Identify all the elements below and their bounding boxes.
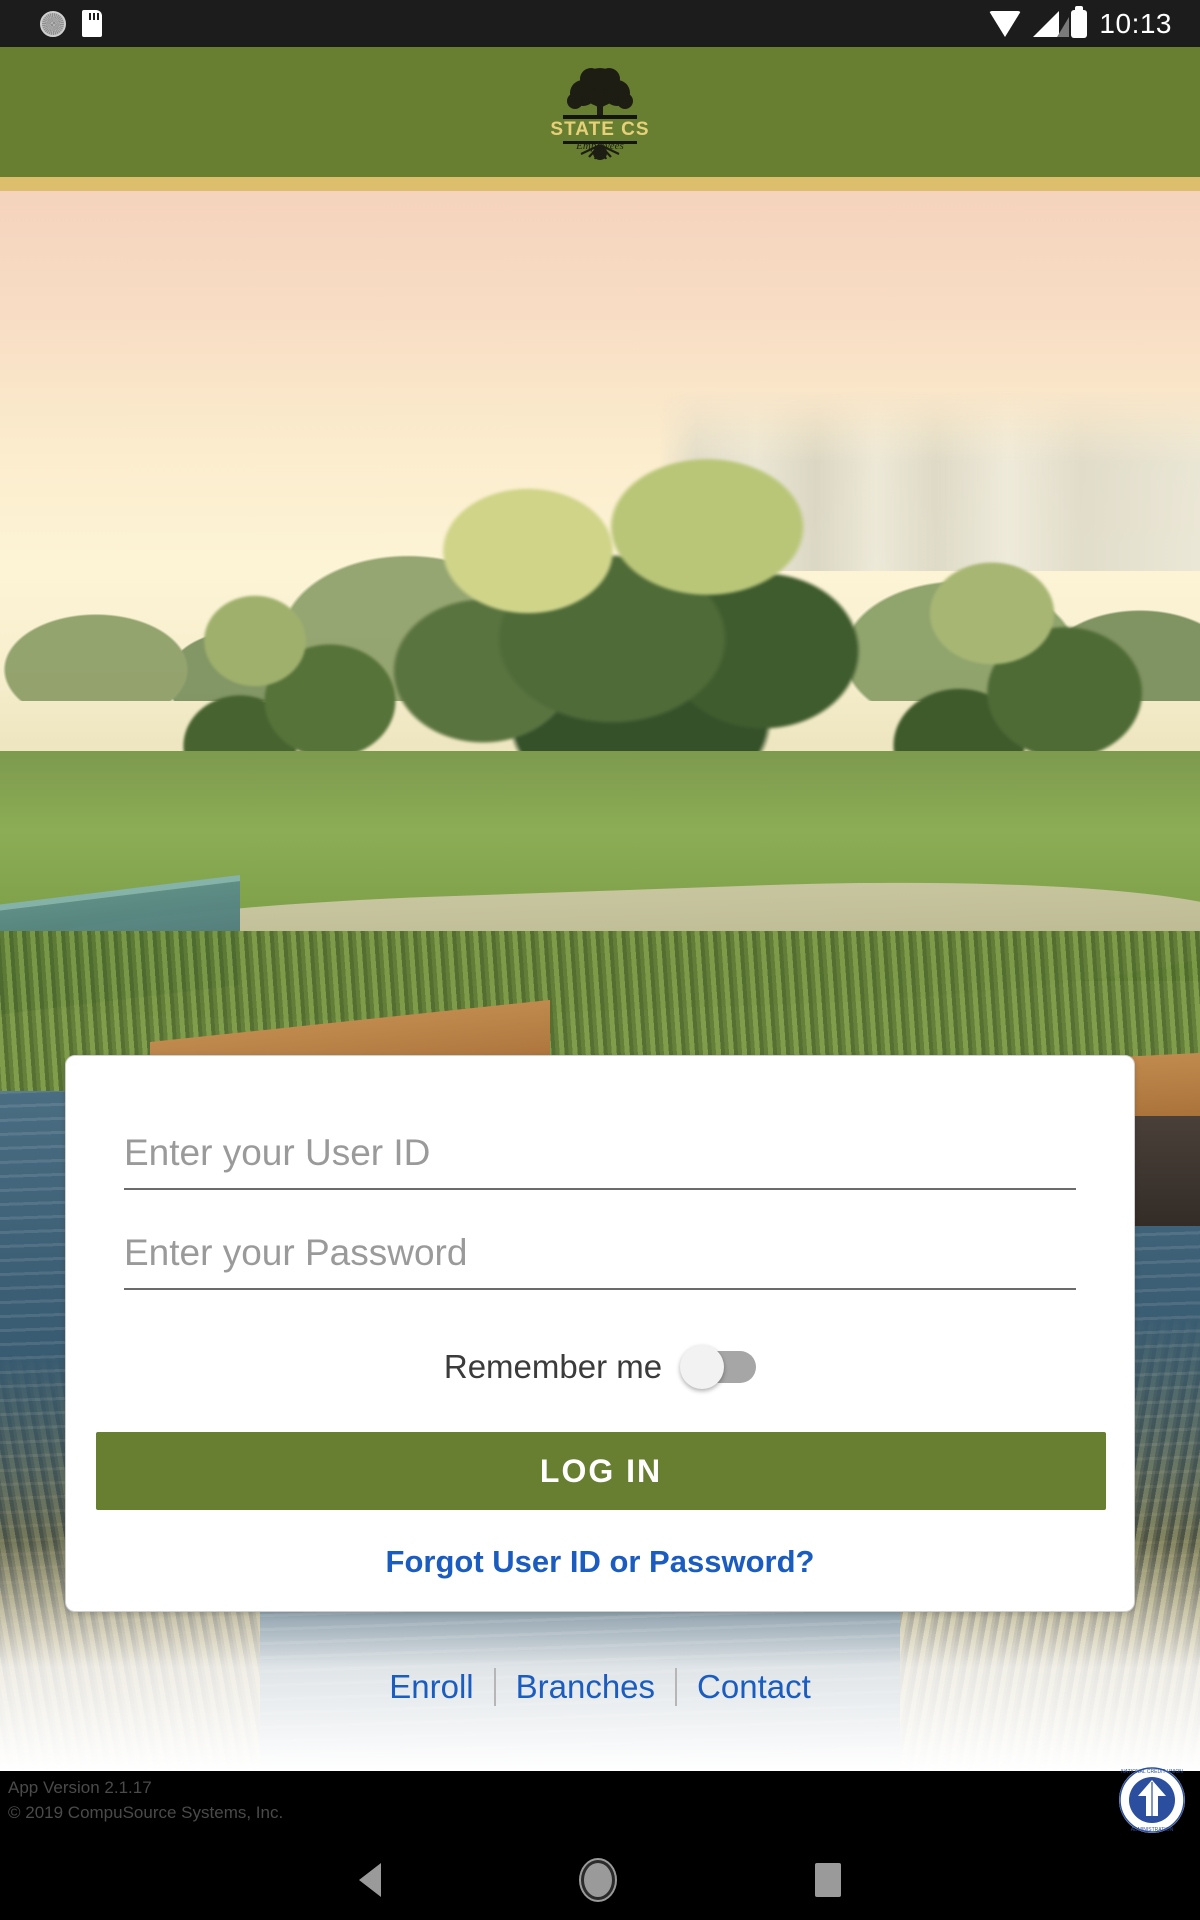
toggle-knob: [680, 1345, 725, 1389]
sd-card-icon: [82, 10, 102, 37]
forgot-credentials-link[interactable]: Forgot User ID or Password?: [96, 1544, 1104, 1580]
svg-text:NATIONAL CREDIT UNION: NATIONAL CREDIT UNION: [1121, 1769, 1183, 1775]
recents-icon[interactable]: [815, 1863, 841, 1897]
app-meta: App Version 2.1.17 © 2019 CompuSource Sy…: [8, 1776, 283, 1825]
userid-field-wrapper: [124, 1128, 1076, 1190]
tree-logo-icon: STATE CS Employees: [545, 57, 655, 167]
status-bar-right-icons: 10:13: [989, 5, 1172, 40]
home-icon[interactable]: [581, 1860, 615, 1900]
userid-input[interactable]: [124, 1128, 1076, 1190]
app-version-text: App Version 2.1.17: [8, 1778, 152, 1797]
status-bar-clock: 10:13: [1099, 7, 1172, 39]
app-header: STATE CS Employees: [0, 47, 1200, 177]
branches-link[interactable]: Branches: [496, 1668, 675, 1706]
svg-text:STATE CS: STATE CS: [550, 119, 649, 140]
login-card: Remember me LOG IN Forgot User ID or Pas…: [65, 1055, 1135, 1612]
sync-icon: [40, 10, 66, 37]
remember-me-label: Remember me: [443, 1348, 663, 1385]
enroll-link[interactable]: Enroll: [369, 1668, 493, 1706]
remember-me-row: Remember me: [96, 1345, 1104, 1389]
android-nav-bar: [0, 1840, 1200, 1920]
status-bar: 10:13: [0, 0, 1200, 47]
login-button[interactable]: LOG IN: [96, 1432, 1106, 1510]
header-accent-stripe: [0, 177, 1200, 191]
wifi-icon: [989, 10, 1022, 37]
password-input[interactable]: [124, 1228, 1076, 1290]
remember-me-toggle[interactable]: [680, 1345, 757, 1389]
battery-icon: [1071, 5, 1088, 38]
ncua-logo-icon: NATIONAL CREDIT UNION ADMINISTRATION: [1118, 1766, 1186, 1834]
password-field-wrapper: [124, 1228, 1076, 1290]
svg-text:ADMINISTRATION: ADMINISTRATION: [1131, 1827, 1174, 1833]
footer-links: Enroll Branches Contact: [0, 1668, 1200, 1706]
back-icon[interactable]: [359, 1863, 381, 1897]
copyright-text: © 2019 CompuSource Systems, Inc.: [8, 1802, 284, 1822]
status-bar-left-icons: [40, 10, 102, 37]
svg-text:Employees: Employees: [575, 140, 624, 152]
cellular-signal-icon: [1033, 10, 1070, 37]
contact-link[interactable]: Contact: [677, 1668, 831, 1706]
